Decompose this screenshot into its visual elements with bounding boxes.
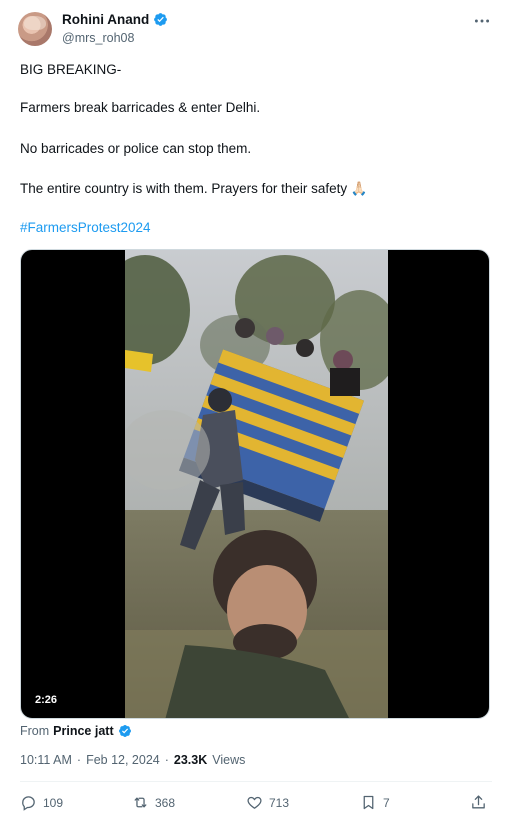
- share-icon: [472, 795, 485, 809]
- attribution-name[interactable]: Prince jatt: [53, 724, 113, 738]
- video-player[interactable]: 2:26: [20, 249, 490, 719]
- views-count: 23.3K: [173, 753, 208, 767]
- more-options-icon: [474, 19, 490, 23]
- tweet-time[interactable]: 10:11 AM: [20, 753, 72, 767]
- like-count: 713: [269, 795, 290, 810]
- bookmark-button[interactable]: 7: [360, 794, 390, 811]
- more-options-button[interactable]: [472, 13, 492, 29]
- meta-separator: ·: [164, 753, 169, 767]
- video-attribution: From Prince jatt: [20, 724, 132, 738]
- video-frame: [125, 250, 388, 718]
- tweet-line: Farmers break barricades & enter Delhi.: [20, 100, 261, 115]
- like-button[interactable]: 713: [246, 794, 289, 811]
- avatar[interactable]: [18, 12, 52, 46]
- author-name-row: Rohini Anand: [62, 12, 168, 27]
- reply-count: 109: [43, 795, 64, 810]
- tweet-line: BIG BREAKING-: [20, 62, 122, 77]
- tweet-line: No barricades or police can stop them.: [20, 141, 252, 156]
- views-label: Views: [212, 753, 246, 767]
- like-icon: [247, 796, 262, 809]
- tweet-meta: 10:11 AM · Feb 12, 2024 · 23.3K Views: [20, 753, 245, 767]
- attribution-prefix: From: [20, 724, 50, 738]
- video-thumbnail: [125, 250, 388, 718]
- author-name[interactable]: Rohini Anand: [62, 12, 149, 27]
- share-button[interactable]: [470, 794, 487, 811]
- bookmark-icon: [363, 795, 374, 810]
- verified-badge-icon: [118, 725, 131, 737]
- hashtag-link[interactable]: #FarmersProtest2024: [20, 219, 151, 237]
- video-duration: 2:26: [29, 692, 64, 708]
- tweet-line: The entire country is with them. Prayers…: [20, 181, 368, 196]
- action-bar: 109 368 713 7: [20, 794, 492, 814]
- repost-count: 368: [155, 795, 176, 810]
- repost-icon: [134, 797, 147, 808]
- verified-badge-icon: [154, 13, 168, 26]
- reply-button[interactable]: 109: [20, 794, 63, 811]
- reply-icon: [22, 796, 35, 811]
- divider: [20, 781, 492, 782]
- meta-separator: ·: [76, 753, 82, 767]
- tweet-date[interactable]: Feb 12, 2024: [86, 753, 160, 767]
- author-handle[interactable]: @mrs_roh08: [62, 31, 134, 45]
- bookmark-count: 7: [383, 795, 390, 810]
- repost-button[interactable]: 368: [132, 794, 175, 811]
